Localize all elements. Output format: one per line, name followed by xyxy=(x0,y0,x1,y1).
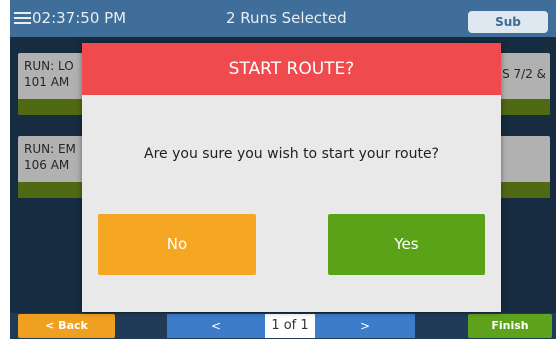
previous-page-button[interactable]: < xyxy=(167,314,265,338)
back-button[interactable]: < Back xyxy=(18,314,115,338)
start-route-dialog: START ROUTE? Are you sure you wish to st… xyxy=(82,43,501,312)
yes-button[interactable]: Yes xyxy=(328,214,485,275)
bottom-navigation: < Back < 1 of 1 > Finish xyxy=(10,313,556,339)
finish-button[interactable]: Finish xyxy=(468,314,552,338)
dialog-title: START ROUTE? xyxy=(82,43,501,95)
hamburger-menu-icon[interactable] xyxy=(14,12,31,25)
sub-button[interactable]: Sub xyxy=(468,11,548,33)
top-bar: 02:37:50 PM 2 Runs Selected Sub xyxy=(10,0,556,37)
no-button[interactable]: No xyxy=(98,214,256,275)
runs-selected-text: 2 Runs Selected xyxy=(226,9,347,27)
next-page-button[interactable]: > xyxy=(315,314,415,338)
dialog-message: Are you sure you wish to start your rout… xyxy=(144,146,439,162)
page-indicator: 1 of 1 xyxy=(265,314,315,338)
clock: 02:37:50 PM xyxy=(32,9,127,27)
